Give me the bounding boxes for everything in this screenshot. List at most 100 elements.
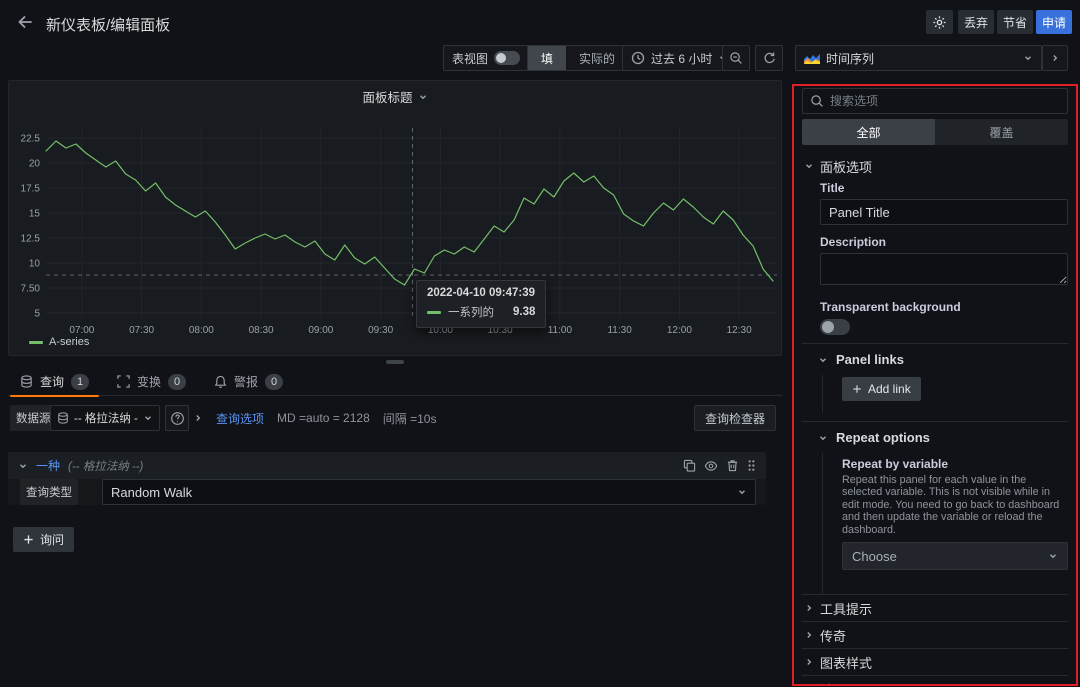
visualization-picker[interactable]: 时间序列 [795,45,1042,71]
svg-text:09:00: 09:00 [308,325,333,336]
chevron-right-icon [804,603,814,613]
datasource-value: -- 格拉法纳 -- [74,410,138,426]
repeat-variable-select[interactable]: Choose [842,542,1068,570]
fill-actual-segment: 填 实际的 [527,45,629,71]
table-view-toggle[interactable]: 表视图 [443,45,529,71]
database-icon [20,375,33,388]
transparent-background-label: Transparent background [820,300,1068,314]
time-series-icon [804,53,820,64]
chart-tooltip: 2022-04-10 09:47:39 一系列的 9.38 [416,280,546,328]
add-query-button[interactable]: 询问 [13,527,74,552]
add-query-label: 询问 [40,531,64,548]
svg-text:15: 15 [29,209,41,220]
description-field-label: Description [820,235,1068,249]
panel-description-input[interactable] [820,253,1068,285]
query-type-value: Random Walk [111,485,737,500]
chart-panel: 面板标题 22.52017.51512.5107.50507:0007:3008… [8,80,782,356]
tooltip-series-value: 9.38 [513,306,535,318]
bell-icon [214,375,227,388]
tab-query-label: 查询 [40,373,64,390]
tooltip-series-swatch [427,311,441,314]
panel-resize-handle[interactable] [386,360,404,364]
query-row-card: 一种 (-- 格拉法纳 --) 查询类型 Random Walk [8,452,766,505]
max-data-points-text: MD =auto = 2128 [277,411,370,425]
refresh-button[interactable] [755,45,783,71]
svg-text:07:30: 07:30 [129,325,154,336]
section-axis[interactable]: 轴 [802,675,1068,686]
section-legend[interactable]: 传奇 [802,621,1068,648]
zoom-out-button[interactable] [722,45,750,71]
datasource-select[interactable]: -- 格拉法纳 -- [50,405,160,431]
plus-icon [852,384,862,394]
svg-text:07:00: 07:00 [69,325,94,336]
svg-text:11:30: 11:30 [607,325,632,336]
svg-text:08:00: 08:00 [189,325,214,336]
section-panel-links[interactable]: Panel links [818,344,1068,375]
delete-query-trash-icon[interactable] [726,459,739,472]
svg-text:10: 10 [29,259,41,270]
chevron-down-icon [1048,551,1058,561]
tab-transform[interactable]: 变换 0 [105,368,198,396]
repeat-by-variable-label: Repeat by variable [842,457,1068,471]
section-graph-styles[interactable]: 图表样式 [802,648,1068,675]
options-tab-all[interactable]: 全部 [802,119,935,145]
chart-legend[interactable]: A-series [29,336,89,348]
hide-query-eye-icon[interactable] [704,459,718,473]
svg-text:7.50: 7.50 [21,284,41,295]
duplicate-query-icon[interactable] [683,459,696,472]
options-tab-overrides[interactable]: 覆盖 [935,119,1068,145]
panel-title-input[interactable] [820,199,1068,225]
section-panel-options[interactable]: 面板选项 [802,157,1068,175]
options-search-input[interactable] [830,94,1060,108]
back-button[interactable] [10,8,40,36]
query-refid[interactable]: 一种 [36,457,60,474]
options-search[interactable] [802,88,1068,114]
discard-button[interactable]: 丢弃 [958,10,994,34]
editor-tabs: 查询 1 变换 0 警报 0 [8,368,782,396]
chevron-right-icon[interactable] [193,413,203,423]
drag-handle-icon[interactable] [747,459,756,472]
chevron-down-icon [818,433,828,443]
tooltip-timestamp: 2022-04-10 09:47:39 [427,287,535,299]
legend-series-swatch [29,341,43,344]
transform-icon [117,375,130,388]
svg-text:09:30: 09:30 [368,325,393,336]
transform-count-badge: 0 [168,374,186,390]
chevron-right-icon [804,684,814,686]
fill-option[interactable]: 填 [528,46,566,70]
chevron-down-icon [1023,53,1033,63]
dashboard-settings-button[interactable] [926,10,953,34]
apply-button[interactable]: 申请 [1036,10,1072,34]
panel-links-section: Panel links Add link [802,343,1068,413]
actual-option[interactable]: 实际的 [566,46,628,70]
tab-query[interactable]: 查询 1 [8,368,101,396]
chevron-right-icon [1050,53,1060,63]
save-button[interactable]: 节省 [997,10,1033,34]
section-tooltip[interactable]: 工具提示 [802,594,1068,621]
plus-icon [23,534,34,545]
tab-alert[interactable]: 警报 0 [202,368,295,396]
chevron-down-icon[interactable] [18,461,28,471]
add-link-button[interactable]: Add link [842,377,921,401]
chevron-down-icon [804,161,814,171]
query-type-select[interactable]: Random Walk [102,479,756,505]
interval-text: 间隔 =10s [383,410,437,427]
datasource-help-button[interactable] [165,405,189,431]
repeat-by-variable-description: Repeat this panel for each value in the … [842,474,1068,536]
query-inspector-button[interactable]: 查询检查器 [694,405,776,431]
query-row-header[interactable]: 一种 (-- 格拉法纳 --) [8,452,766,479]
repeat-options-section: Repeat options Repeat by variable Repeat… [802,421,1068,594]
collapse-options-pane-button[interactable] [1042,45,1068,71]
database-icon [57,412,69,424]
query-datasource-hint: (-- 格拉法纳 --) [68,458,143,474]
chevron-down-icon [737,487,747,497]
time-series-chart[interactable]: 22.52017.51512.5107.50507:0007:3008:0008… [9,81,783,357]
table-view-switch[interactable] [494,51,520,65]
time-range-picker[interactable]: 过去 6 小时 [622,45,737,71]
svg-text:12:30: 12:30 [727,325,752,336]
query-options-summary: 查询选项 MD =auto = 2128 间隔 =10s [193,405,436,431]
section-repeat-options[interactable]: Repeat options [818,422,1068,453]
svg-text:22.5: 22.5 [21,134,41,145]
query-options-link[interactable]: 查询选项 [216,410,264,427]
transparent-background-toggle[interactable] [820,319,850,335]
